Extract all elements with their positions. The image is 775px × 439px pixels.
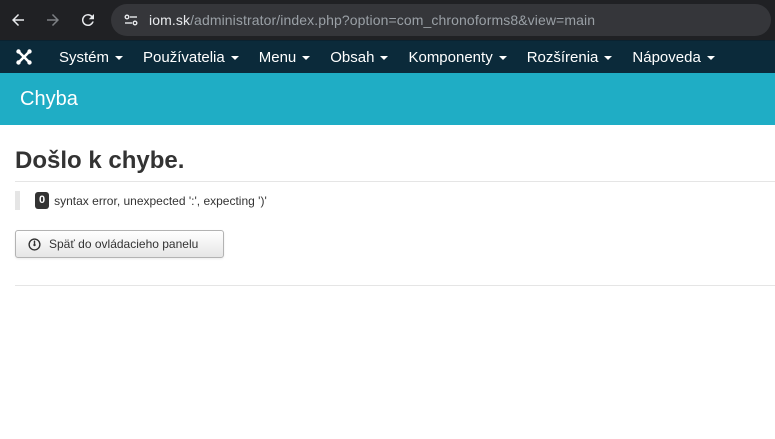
page-title: Chyba xyxy=(20,87,78,110)
menu-label: Obsah xyxy=(330,48,375,66)
joomla-icon[interactable] xyxy=(0,41,48,74)
back-to-dashboard-button[interactable]: Späť do ovládacieho panelu xyxy=(15,230,224,258)
site-info-icon[interactable] xyxy=(119,8,143,32)
dashboard-icon xyxy=(28,237,41,251)
caret-down-icon xyxy=(380,56,389,60)
error-heading: Došlo k chybe. xyxy=(15,147,775,182)
menu-users[interactable]: Používatelia xyxy=(132,41,248,74)
content-divider xyxy=(15,285,775,286)
menu-system[interactable]: Systém xyxy=(48,41,132,74)
caret-down-icon xyxy=(230,56,239,60)
back-button-label: Späť do ovládacieho panelu xyxy=(49,237,199,251)
caret-down-icon xyxy=(604,56,613,60)
menu-label: Menu xyxy=(258,48,297,66)
caret-down-icon xyxy=(706,56,715,60)
error-message: syntax error, unexpected ':', expecting … xyxy=(54,193,267,208)
error-message-block: 0 syntax error, unexpected ':', expectin… xyxy=(15,191,775,210)
caret-down-icon xyxy=(498,56,507,60)
url-host: iom.sk xyxy=(149,12,191,28)
reload-icon[interactable] xyxy=(76,8,100,32)
menu-menus[interactable]: Menu xyxy=(248,41,320,74)
menu-extensions[interactable]: Rozšírenia xyxy=(516,41,622,74)
page-subhead: Chyba xyxy=(0,73,775,125)
browser-toolbar: iom.sk/administrator/index.php?option=co… xyxy=(0,0,775,40)
menu-label: Rozšírenia xyxy=(526,48,599,66)
admin-navbar: Systém Používatelia Menu Obsah Komponent… xyxy=(0,40,775,73)
main-content: Došlo k chybe. 0 syntax error, unexpecte… xyxy=(0,125,775,286)
menu-label: Používatelia xyxy=(143,48,225,66)
url-path: /administrator/index.php?option=com_chro… xyxy=(190,12,596,28)
menu-content[interactable]: Obsah xyxy=(319,41,397,74)
menu-label: Nápoveda xyxy=(632,48,701,66)
menu-help[interactable]: Nápoveda xyxy=(621,41,723,74)
back-arrow-icon[interactable] xyxy=(6,8,30,32)
menu-components[interactable]: Komponenty xyxy=(397,41,515,74)
menu-label: Komponenty xyxy=(408,48,493,66)
menu-label: Systém xyxy=(59,48,110,66)
forward-arrow-icon[interactable] xyxy=(41,8,65,32)
error-code-badge: 0 xyxy=(35,192,50,209)
url-text: iom.sk/administrator/index.php?option=co… xyxy=(149,12,595,28)
address-bar[interactable]: iom.sk/administrator/index.php?option=co… xyxy=(111,4,771,36)
caret-down-icon xyxy=(115,56,124,60)
caret-down-icon xyxy=(302,56,311,60)
